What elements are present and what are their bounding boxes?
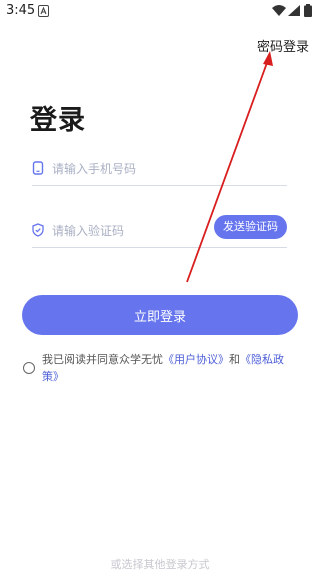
user-agreement-link[interactable]: 《用户协议》 (163, 353, 229, 366)
notification-icon (38, 5, 49, 17)
agreement-text: 我已阅读并同意众学无忧《用户协议》和《隐私政策》 (42, 351, 292, 385)
other-login-methods-label: 或选择其他登录方式 (110, 558, 210, 571)
phone-field (32, 157, 287, 186)
signal-icon (288, 5, 300, 16)
wifi-icon (272, 5, 286, 16)
annotation-arrow (186, 51, 273, 283)
page-title: 登录 (30, 105, 86, 136)
status-bar: 3:45 (0, 0, 320, 24)
verification-code-input[interactable] (52, 221, 212, 241)
agreement-radio[interactable] (23, 362, 35, 374)
verification-code-field: 发送验证码 (32, 215, 287, 248)
password-login-link[interactable]: 密码登录 (257, 36, 309, 55)
shield-icon (32, 223, 44, 237)
agreement-and: 和 (229, 353, 240, 366)
send-code-button[interactable]: 发送验证码 (214, 215, 287, 239)
agreement-prefix: 我已阅读并同意众学无忧 (42, 353, 163, 366)
status-time: 3:45 (6, 3, 36, 18)
login-button[interactable]: 立即登录 (22, 295, 298, 335)
phone-input[interactable] (52, 159, 212, 179)
phone-icon (32, 161, 44, 175)
battery-icon (304, 4, 312, 17)
